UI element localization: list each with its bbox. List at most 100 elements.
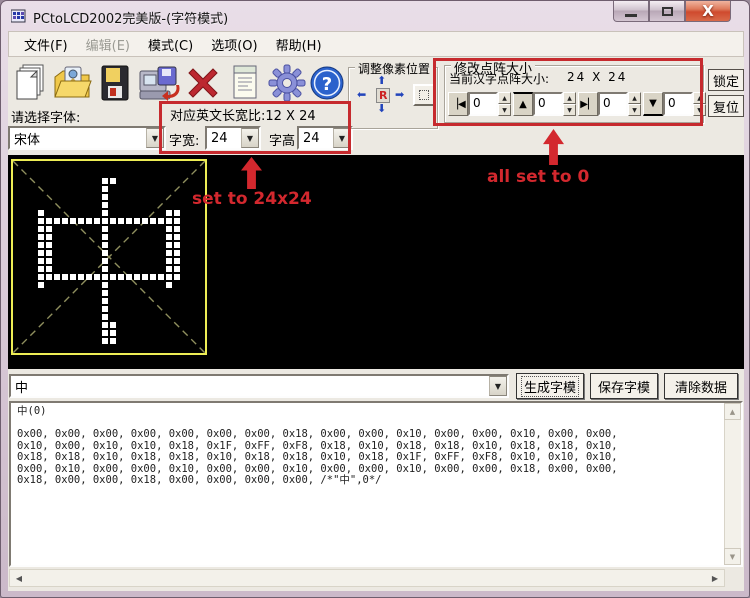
- scroll-down-icon[interactable]: ▼: [724, 548, 741, 565]
- delete-button[interactable]: [182, 61, 224, 105]
- pixel-cell[interactable]: [102, 290, 108, 296]
- generate-font-button[interactable]: 生成字模: [516, 373, 584, 399]
- font-select-dropdown-arrow[interactable]: ▼: [146, 128, 164, 148]
- character-input-dropdown-arrow[interactable]: ▼: [489, 376, 507, 396]
- pixel-cell[interactable]: [102, 242, 108, 248]
- pixel-cell[interactable]: [38, 250, 44, 256]
- scroll-right-icon[interactable]: ▶: [706, 570, 724, 586]
- pixel-cell[interactable]: [174, 274, 180, 280]
- pixel-cell[interactable]: [142, 274, 148, 280]
- pixel-cell[interactable]: [174, 226, 180, 232]
- pixel-cell[interactable]: [54, 218, 60, 224]
- pixel-cell[interactable]: [166, 282, 172, 288]
- pixel-cell[interactable]: [174, 242, 180, 248]
- horizontal-scrollbar[interactable]: ◀ ▶: [9, 569, 725, 587]
- left-edge-icon[interactable]: ▕◀: [448, 92, 468, 116]
- left-edge-spin-down[interactable]: ▼: [498, 104, 511, 116]
- pixel-cell[interactable]: [166, 218, 172, 224]
- pixel-cell[interactable]: [78, 274, 84, 280]
- lcd-editor-canvas[interactable]: [8, 155, 744, 369]
- pixel-cell[interactable]: [38, 266, 44, 272]
- pixel-cell[interactable]: [158, 218, 164, 224]
- pixel-cell[interactable]: [102, 338, 108, 344]
- pixel-cell[interactable]: [166, 250, 172, 256]
- minimize-button[interactable]: [613, 1, 649, 22]
- scroll-up-icon[interactable]: ▲: [724, 403, 741, 420]
- pixel-cell[interactable]: [110, 322, 116, 328]
- top-edge-value[interactable]: 0: [533, 92, 563, 116]
- pixel-cell[interactable]: [150, 218, 156, 224]
- menu-help[interactable]: 帮助(H): [267, 32, 331, 57]
- menu-mode[interactable]: 模式(C): [139, 32, 202, 57]
- pixel-cell[interactable]: [70, 218, 76, 224]
- pixel-cell[interactable]: [46, 250, 52, 256]
- pixel-cell[interactable]: [46, 242, 52, 248]
- pixel-cell[interactable]: [38, 218, 44, 224]
- clear-data-button[interactable]: 清除数据: [664, 373, 738, 399]
- close-button[interactable]: X: [685, 1, 731, 22]
- font-select-combobox[interactable]: 宋体 ▼: [8, 126, 166, 150]
- pixel-cell[interactable]: [102, 306, 108, 312]
- pixel-cell[interactable]: [46, 226, 52, 232]
- pixel-cell[interactable]: [166, 210, 172, 216]
- pixel-cell[interactable]: [102, 322, 108, 328]
- lock-button[interactable]: 锁定: [708, 69, 744, 91]
- pixel-cell[interactable]: [86, 274, 92, 280]
- new-file-button[interactable]: [10, 61, 52, 105]
- pixel-cell[interactable]: [94, 274, 100, 280]
- move-down-icon[interactable]: ⬇: [377, 102, 386, 115]
- pixel-cell[interactable]: [62, 274, 68, 280]
- bottom-edge-icon[interactable]: ▼: [643, 92, 663, 116]
- pixel-cell[interactable]: [166, 274, 172, 280]
- pixel-cell[interactable]: [102, 178, 108, 184]
- pixel-cell[interactable]: [102, 210, 108, 216]
- maximize-button[interactable]: [649, 1, 685, 22]
- pixel-cell[interactable]: [78, 218, 84, 224]
- pixel-cell[interactable]: [102, 218, 108, 224]
- title-bar[interactable]: PCtoLCD2002完美版-(字符模式) X: [1, 1, 749, 31]
- pixel-cell[interactable]: [166, 258, 172, 264]
- pixel-cell[interactable]: [46, 218, 52, 224]
- pixel-cell[interactable]: [62, 218, 68, 224]
- char-width-combobox[interactable]: 24 ▼: [205, 126, 261, 150]
- pixel-cell[interactable]: [174, 250, 180, 256]
- pixel-cell[interactable]: [38, 274, 44, 280]
- pixel-cell[interactable]: [142, 218, 148, 224]
- pixel-cell[interactable]: [38, 234, 44, 240]
- font-data-output[interactable]: 中(0) 0x00, 0x00, 0x00, 0x00, 0x00, 0x00,…: [9, 401, 743, 567]
- move-left-icon[interactable]: ⬅: [357, 88, 366, 101]
- pixel-grid[interactable]: [13, 161, 205, 353]
- pixel-cell[interactable]: [38, 282, 44, 288]
- pixel-cell[interactable]: [102, 186, 108, 192]
- help-button[interactable]: ?: [306, 61, 348, 105]
- character-input-combobox[interactable]: 中 ▼: [9, 374, 509, 398]
- pixel-cell[interactable]: [110, 330, 116, 336]
- pixel-cell[interactable]: [102, 274, 108, 280]
- pixel-cell[interactable]: [38, 258, 44, 264]
- pixel-cell[interactable]: [102, 314, 108, 320]
- pixel-cell[interactable]: [150, 274, 156, 280]
- save-font-button[interactable]: 保存字模: [590, 373, 658, 399]
- pixel-cell[interactable]: [174, 266, 180, 272]
- pixel-cell[interactable]: [54, 274, 60, 280]
- pixel-cell[interactable]: [102, 258, 108, 264]
- pixel-cell[interactable]: [118, 218, 124, 224]
- char-height-combobox[interactable]: 24 ▼: [297, 126, 353, 150]
- pixel-cell[interactable]: [102, 250, 108, 256]
- pixel-cell[interactable]: [166, 266, 172, 272]
- bottom-edge-spin-up[interactable]: ▲: [693, 92, 706, 104]
- pixel-cell[interactable]: [102, 202, 108, 208]
- center-pixels-button[interactable]: [413, 84, 435, 106]
- pixel-cell[interactable]: [110, 274, 116, 280]
- pixel-cell[interactable]: [102, 234, 108, 240]
- pixel-cell[interactable]: [174, 234, 180, 240]
- pixel-cell[interactable]: [110, 178, 116, 184]
- pixel-cell[interactable]: [102, 226, 108, 232]
- pixel-cell[interactable]: [46, 266, 52, 272]
- pixel-cell[interactable]: [86, 218, 92, 224]
- pixel-cell[interactable]: [158, 274, 164, 280]
- right-edge-spin-down[interactable]: ▼: [628, 104, 641, 116]
- pixel-cell[interactable]: [134, 274, 140, 280]
- pixel-cell[interactable]: [174, 258, 180, 264]
- notes-button[interactable]: [224, 61, 266, 105]
